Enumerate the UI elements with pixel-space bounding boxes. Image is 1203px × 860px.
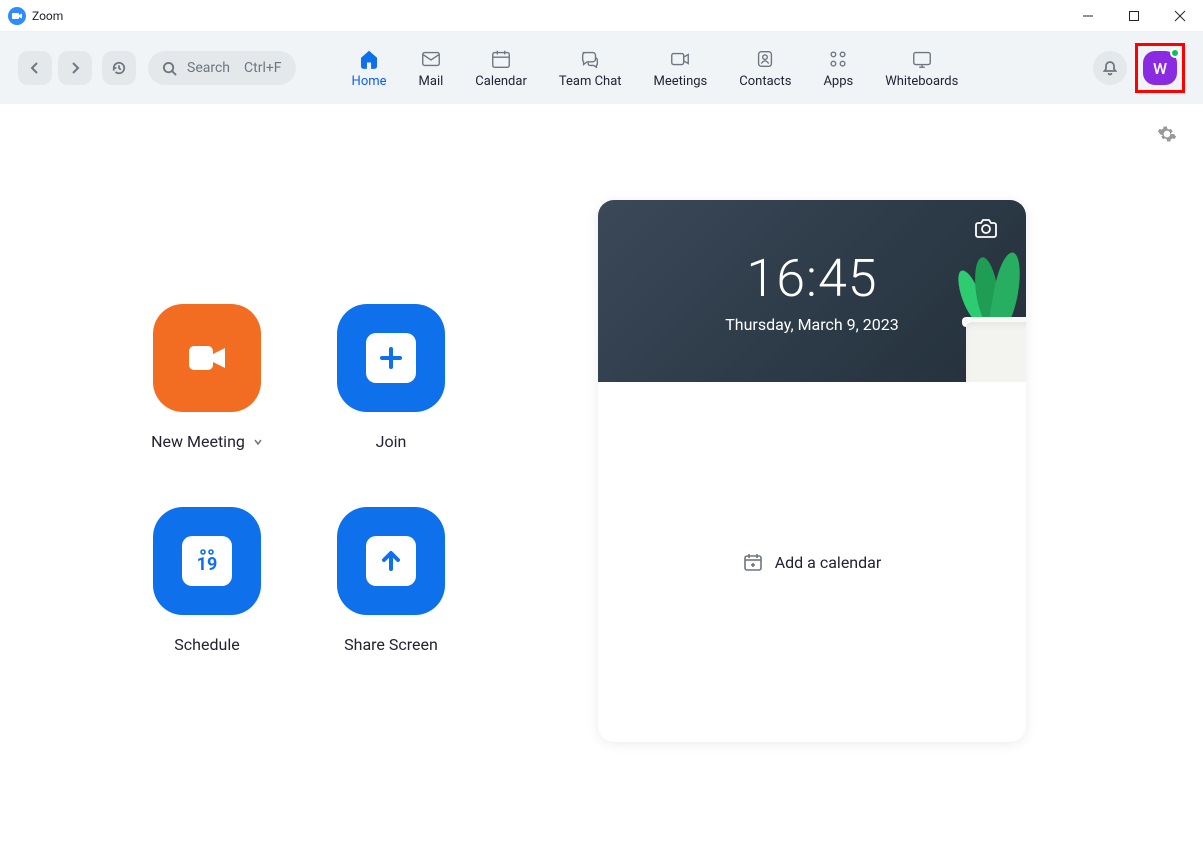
mail-icon [419, 48, 443, 70]
profile-avatar[interactable]: W [1143, 51, 1177, 85]
gear-icon [1157, 124, 1177, 144]
nav-apps[interactable]: Apps [807, 48, 869, 89]
main-toolbar: Search Ctrl+F Home Mail Calendar Team Ch… [0, 32, 1203, 104]
zoom-logo-icon [8, 7, 26, 25]
chevron-down-icon [253, 437, 263, 447]
home-icon [357, 48, 381, 70]
actions-panel: New Meeting Join 19 Schedule [0, 104, 598, 860]
nav-contacts[interactable]: Contacts [723, 48, 807, 89]
camera-icon [974, 218, 998, 238]
join-button[interactable] [337, 304, 445, 412]
settings-button[interactable] [1157, 124, 1177, 148]
add-calendar-label: Add a calendar [775, 553, 882, 572]
add-calendar-button[interactable]: Add a calendar [598, 382, 1026, 742]
change-background-button[interactable] [974, 218, 998, 242]
video-camera-icon [183, 334, 231, 382]
nav-mail[interactable]: Mail [403, 48, 460, 89]
schedule-label: Schedule [174, 635, 239, 654]
window-title: Zoom [32, 9, 63, 23]
minimize-button[interactable] [1065, 0, 1111, 32]
clock-date: Thursday, March 9, 2023 [725, 315, 899, 334]
plant-decoration [946, 302, 1026, 382]
primary-nav: Home Mail Calendar Team Chat Meetings Co… [336, 48, 975, 89]
hero-banner: 16:45 Thursday, March 9, 2023 [598, 200, 1026, 382]
schedule-button[interactable]: 19 [153, 507, 261, 615]
plus-icon [378, 345, 404, 371]
contacts-icon [753, 48, 777, 70]
content-area: New Meeting Join 19 Schedule [0, 104, 1203, 860]
new-meeting-button[interactable] [153, 304, 261, 412]
calendar-plus-icon [743, 552, 763, 572]
calendar-card: 16:45 Thursday, March 9, 2023 Add a cale… [598, 200, 1026, 742]
maximize-button[interactable] [1111, 0, 1157, 32]
chat-icon [578, 48, 602, 70]
clock-time: 16:45 [746, 248, 877, 309]
nav-back-button[interactable] [18, 51, 52, 85]
presence-indicator [1170, 48, 1180, 58]
video-icon [668, 48, 692, 70]
search-button[interactable]: Search Ctrl+F [148, 51, 296, 85]
profile-highlight: W [1135, 43, 1185, 93]
nav-meetings[interactable]: Meetings [638, 48, 724, 89]
arrow-up-icon [378, 548, 404, 574]
search-shortcut: Ctrl+F [244, 60, 282, 76]
nav-forward-button[interactable] [58, 51, 92, 85]
share-screen-button[interactable] [337, 507, 445, 615]
nav-team-chat[interactable]: Team Chat [543, 48, 638, 89]
new-meeting-label[interactable]: New Meeting [151, 432, 263, 451]
titlebar: Zoom [0, 0, 1203, 32]
search-icon [162, 61, 177, 76]
nav-home[interactable]: Home [336, 48, 403, 89]
nav-whiteboards[interactable]: Whiteboards [869, 48, 974, 89]
share-screen-label: Share Screen [344, 635, 438, 654]
search-label: Search [187, 60, 230, 76]
calendar-icon [489, 48, 513, 70]
whiteboard-icon [910, 48, 934, 70]
apps-icon [826, 48, 850, 70]
history-button[interactable] [102, 51, 136, 85]
nav-calendar[interactable]: Calendar [459, 48, 543, 89]
bell-icon [1102, 60, 1118, 76]
notifications-button[interactable] [1093, 51, 1127, 85]
calendar-panel: 16:45 Thursday, March 9, 2023 Add a cale… [598, 104, 1203, 860]
join-label: Join [376, 432, 407, 451]
close-button[interactable] [1157, 0, 1203, 32]
